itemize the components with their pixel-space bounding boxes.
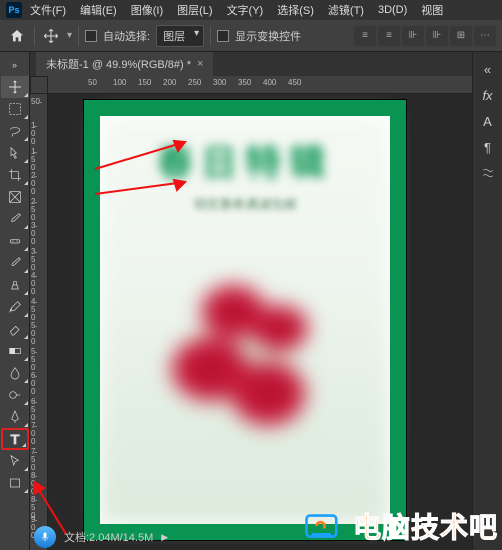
- menu-bar: Ps 文件(F) 编辑(E) 图像(I) 图层(L) 文字(Y) 选择(S) 滤…: [0, 0, 502, 20]
- align-icon[interactable]: ≡: [354, 26, 376, 46]
- ruler-tick: 150: [31, 148, 35, 172]
- align-icon[interactable]: ≡: [378, 26, 400, 46]
- ruler-tick: 300: [213, 78, 226, 87]
- ruler-tick: 400: [263, 78, 276, 87]
- menu-filter[interactable]: 滤镜(T): [322, 0, 370, 20]
- ruler-tick: 750: [31, 448, 35, 472]
- crop-tool[interactable]: [1, 164, 29, 186]
- menu-image[interactable]: 图像(I): [125, 0, 169, 20]
- watermark-logo-icon: [303, 508, 345, 544]
- menu-file[interactable]: 文件(F): [24, 0, 72, 20]
- annotation-arrow: [90, 134, 200, 174]
- home-icon[interactable]: [6, 25, 28, 47]
- blur-tool[interactable]: [1, 362, 29, 384]
- healing-brush-tool[interactable]: [1, 230, 29, 252]
- divider: [34, 26, 35, 46]
- clone-stamp-tool[interactable]: [1, 274, 29, 296]
- document-area: 未标题-1 @ 49.9%(RGB/8#) * × 50 100 150 200…: [30, 52, 472, 550]
- ruler-tick: 50: [31, 98, 40, 106]
- expand-toolbar-icon[interactable]: »: [1, 54, 29, 76]
- canvas-viewport[interactable]: 春日特辑 领优惠券满减包邮: [48, 76, 472, 550]
- fx-panel-icon[interactable]: fx: [476, 84, 500, 106]
- auto-select-target[interactable]: 图层: [156, 25, 204, 47]
- ruler-tick: 600: [31, 372, 35, 396]
- options-bar: ▾ 自动选择: 图层 显示变换控件 ≡ ≡ ⊪ ⊪ ⊞ ⋯: [0, 20, 502, 52]
- align-icon[interactable]: ⊪: [426, 26, 448, 46]
- ruler-tick: 200: [31, 172, 35, 196]
- brush-tool[interactable]: [1, 252, 29, 274]
- auto-select-label: 自动选择:: [103, 28, 150, 44]
- menu-layer[interactable]: 图层(L): [171, 0, 218, 20]
- align-icon[interactable]: ⊞: [450, 26, 472, 46]
- menu-edit[interactable]: 编辑(E): [74, 0, 123, 20]
- frame-tool[interactable]: [1, 186, 29, 208]
- watermark: 电脑技术吧: [303, 506, 498, 546]
- ruler-tick: 200: [163, 78, 176, 87]
- watermark-text: 电脑技术吧: [353, 506, 498, 546]
- right-panel-strip: « fx A ¶: [472, 52, 502, 550]
- menu-3d[interactable]: 3D(D): [372, 2, 413, 18]
- ruler-tick: 150: [138, 78, 151, 87]
- move-tool[interactable]: [1, 76, 29, 98]
- dodge-tool[interactable]: [1, 384, 29, 406]
- menu-view[interactable]: 视图: [415, 0, 449, 20]
- eyedropper-tool[interactable]: [1, 208, 29, 230]
- ruler-tick: 350: [238, 78, 251, 87]
- ruler-tick: 50: [88, 78, 97, 87]
- quick-select-tool[interactable]: [1, 142, 29, 164]
- ruler-tick: 500: [31, 322, 35, 346]
- glyphs-panel-icon[interactable]: [476, 162, 500, 184]
- ruler-tick: 400: [31, 272, 35, 296]
- pen-tool[interactable]: [1, 406, 29, 428]
- show-transform-label: 显示变换控件: [235, 28, 301, 44]
- ruler-tick: 700: [31, 422, 35, 446]
- mic-icon[interactable]: [34, 526, 56, 548]
- eraser-tool[interactable]: [1, 318, 29, 340]
- ruler-tick: 300: [31, 222, 35, 246]
- ruler-tick: 550: [31, 348, 35, 372]
- close-tab-icon[interactable]: ×: [197, 58, 203, 70]
- app-logo: Ps: [6, 2, 22, 18]
- ruler-tick: 350: [31, 248, 35, 272]
- ruler-tick: 450: [288, 78, 301, 87]
- document-tab[interactable]: 未标题-1 @ 49.9%(RGB/8#) * ×: [36, 52, 213, 76]
- paragraph-panel-icon[interactable]: ¶: [476, 136, 500, 158]
- canvas-container: 50 100 150 200 250 300 350 400 450 500 5…: [30, 76, 472, 550]
- document-tabs: 未标题-1 @ 49.9%(RGB/8#) * ×: [30, 52, 472, 76]
- ruler-origin-corner[interactable]: [30, 76, 48, 94]
- workspace: »: [0, 52, 502, 550]
- expand-panel-icon[interactable]: «: [476, 58, 500, 80]
- gradient-tool[interactable]: [1, 340, 29, 362]
- ruler-tick: 100: [113, 78, 126, 87]
- annotation-arrow: [90, 174, 200, 204]
- status-bar: 文档:2.04M/14.5M ▶: [34, 526, 168, 548]
- ruler-tick: 100: [31, 122, 35, 146]
- divider: [210, 26, 211, 46]
- divider: [78, 26, 79, 46]
- ruler-tick: 250: [188, 78, 201, 87]
- document-tab-title: 未标题-1 @ 49.9%(RGB/8#) *: [46, 56, 191, 72]
- dropdown-indicator[interactable]: ▾: [67, 30, 72, 41]
- marquee-tool[interactable]: [1, 98, 29, 120]
- document-size-label: 文档:2.04M/14.5M: [64, 529, 153, 545]
- show-transform-checkbox[interactable]: [217, 30, 229, 42]
- ruler-tick: 650: [31, 398, 35, 422]
- menu-type[interactable]: 文字(Y): [221, 0, 270, 20]
- alignment-buttons: ≡ ≡ ⊪ ⊪ ⊞ ⋯: [354, 26, 496, 46]
- path-select-tool[interactable]: [1, 450, 29, 472]
- type-tool[interactable]: [1, 428, 29, 450]
- auto-select-checkbox[interactable]: [85, 30, 97, 42]
- ruler-tick: 250: [31, 198, 35, 222]
- horizontal-ruler: 50 100 150 200 250 300 350 400 450: [48, 76, 472, 94]
- history-brush-tool[interactable]: [1, 296, 29, 318]
- align-icon[interactable]: ⋯: [474, 26, 496, 46]
- move-tool-indicator-icon[interactable]: [41, 26, 61, 46]
- character-panel-icon[interactable]: A: [476, 110, 500, 132]
- menu-select[interactable]: 选择(S): [271, 0, 320, 20]
- lasso-tool[interactable]: [1, 120, 29, 142]
- ruler-tick: 450: [31, 298, 35, 322]
- rectangle-tool[interactable]: [1, 472, 29, 494]
- status-menu-icon[interactable]: ▶: [161, 532, 168, 543]
- align-icon[interactable]: ⊪: [402, 26, 424, 46]
